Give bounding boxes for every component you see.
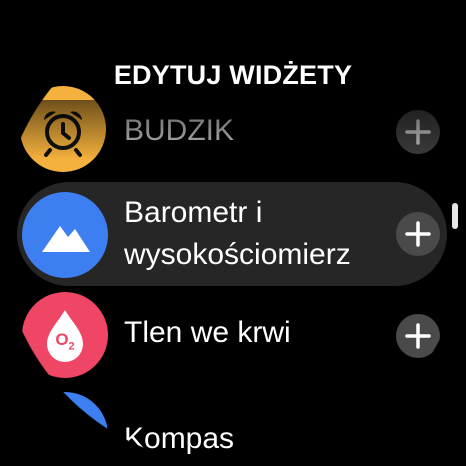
kompas-label: Kompas	[124, 422, 235, 455]
barometr-label-line1: Barometr i	[124, 196, 263, 229]
mountain-icon	[42, 226, 90, 252]
barometr-label-line2: wysokościomierz	[124, 238, 351, 271]
scrollbar[interactable]	[452, 203, 458, 229]
list-item-tlen[interactable]: O2 Tlen we krwi	[0, 292, 466, 378]
alarm-clock-icon	[44, 111, 82, 157]
list-item-kompas[interactable]: Kompas	[0, 392, 466, 466]
add-tlen-button[interactable]	[396, 314, 440, 358]
plus-icon	[405, 323, 431, 349]
compass-icon-badge	[22, 392, 108, 466]
plus-icon	[405, 221, 431, 247]
tlen-label: Tlen we krwi	[124, 316, 291, 349]
plus-icon	[405, 119, 431, 145]
add-budzik-button[interactable]	[396, 110, 440, 154]
compass-icon	[58, 410, 72, 460]
o2-text: O2	[55, 330, 75, 353]
add-barometr-button[interactable]	[396, 212, 440, 256]
budzik-label: BUDZIK	[124, 114, 235, 147]
list-item-budzik[interactable]: BUDZIK	[0, 86, 466, 172]
barometer-icon-badge	[22, 192, 108, 278]
list-item-barometr[interactable]: Barometr i wysokościomierz	[0, 182, 466, 286]
alarm-icon-badge	[20, 86, 106, 172]
watch-screen: EDYTUJ WIDŻETY BUDZIK Barometr i wysokoś…	[0, 0, 466, 466]
blood-oxygen-icon-badge: O2	[22, 292, 108, 378]
